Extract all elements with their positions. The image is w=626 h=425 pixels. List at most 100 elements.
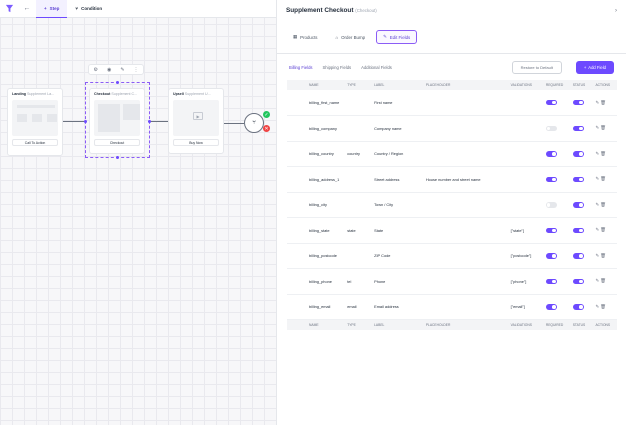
tab-products[interactable]: ▦ Products xyxy=(286,30,324,44)
col-header-required: REQUIRED xyxy=(542,80,570,90)
required-toggle[interactable] xyxy=(545,202,557,208)
bump-icon: ⌂ xyxy=(335,34,339,40)
col-footer-type: TYPE xyxy=(344,319,372,330)
add-condition-button[interactable]: ⑂ Condition xyxy=(67,0,110,18)
tab-edit-fields[interactable]: ✎ Edit Fields xyxy=(376,30,418,44)
flow-canvas[interactable]: ← + Step ⑂ Condition Landing Supplement … xyxy=(0,0,276,425)
required-toggle[interactable] xyxy=(545,304,557,310)
table-row: billing_phone tel Phone ["phone"] ✎🗑 xyxy=(287,268,617,295)
required-toggle[interactable] xyxy=(545,99,557,106)
status-toggle[interactable] xyxy=(572,176,584,183)
node-title: Landing xyxy=(12,92,26,96)
delete-trash-icon[interactable]: 🗑 xyxy=(600,227,607,232)
condition-no-badge[interactable]: ✕ xyxy=(263,125,270,132)
field-label: First name xyxy=(371,90,423,116)
field-label: Town / City xyxy=(371,192,423,218)
delete-trash-icon[interactable]: 🗑 xyxy=(600,278,607,283)
status-toggle[interactable] xyxy=(572,227,584,234)
status-toggle[interactable] xyxy=(572,202,584,208)
node-checkout[interactable]: Checkout Supplement C... Checkout xyxy=(89,88,145,154)
node-toolbar: ⚙ ◉ ✎ ⋮ xyxy=(88,64,144,75)
col-header-validations: VALIDATIONS xyxy=(507,80,543,90)
delete-trash-icon[interactable]: 🗑 xyxy=(600,304,607,309)
required-toggle[interactable] xyxy=(545,253,557,259)
status-toggle[interactable] xyxy=(572,151,584,157)
step-settings-panel: Supplement Checkout (Checkout) › ▦ Produ… xyxy=(276,0,626,425)
table-row: billing_company Company name ✎🗑 xyxy=(287,115,617,142)
field-placeholder xyxy=(422,217,508,244)
field-label: Street address xyxy=(371,166,423,193)
field-validations: ["state"] xyxy=(507,217,543,244)
col-footer-placeholder: PLACEHOLDER xyxy=(422,319,508,330)
field-validations xyxy=(507,141,543,167)
field-label: Email address xyxy=(371,294,423,320)
back-arrow-icon[interactable]: ← xyxy=(18,5,36,12)
status-toggle[interactable] xyxy=(572,304,584,310)
condition-yes-badge[interactable]: ✓ xyxy=(263,111,270,118)
field-placeholder xyxy=(422,192,508,218)
node-button: Buy Now xyxy=(173,139,219,146)
required-toggle[interactable] xyxy=(545,227,557,234)
field-name: billing_address_1 xyxy=(287,166,345,193)
handle-bottom[interactable] xyxy=(116,156,119,159)
node-upsell[interactable]: Upsell Supplement U... ▶ Buy Now xyxy=(168,88,224,154)
table-row: billing_city Town / City ✎🗑 xyxy=(287,192,617,218)
add-step-button[interactable]: + Step xyxy=(36,0,68,18)
field-type: state xyxy=(344,217,372,244)
canvas-toolbar: ← + Step ⑂ Condition xyxy=(0,0,276,18)
page-thumbnail: ▶ xyxy=(173,100,219,136)
delete-trash-icon[interactable]: 🗑 xyxy=(600,125,607,130)
condition-node-icon[interactable]: ⑂ xyxy=(244,113,264,133)
add-field-button[interactable]: + Add Field xyxy=(575,60,614,74)
tab-order-bump[interactable]: ⌂ Order Bump xyxy=(328,30,372,44)
delete-trash-icon[interactable]: 🗑 xyxy=(600,253,607,258)
field-label: Company name xyxy=(371,115,423,142)
panel-header: Supplement Checkout (Checkout) › xyxy=(277,0,626,21)
pencil-icon: ✎ xyxy=(383,34,387,39)
fields-table: NAME TYPE LABEL PLACEHOLDER VALIDATIONS … xyxy=(287,80,617,330)
page-thumbnail xyxy=(12,100,58,136)
page-thumbnail xyxy=(94,100,140,136)
status-toggle[interactable] xyxy=(572,99,584,106)
sub-tab-shipping[interactable]: Shipping Fields xyxy=(323,65,352,70)
sub-tab-billing[interactable]: Billing Fields xyxy=(289,65,313,70)
table-row: billing_first_name First name ✎🗑 xyxy=(287,90,617,116)
node-landing[interactable]: Landing Supplement La... Call To Action xyxy=(7,88,63,156)
field-type: country xyxy=(344,141,372,167)
status-toggle[interactable] xyxy=(572,125,584,132)
col-footer-required: REQUIRED xyxy=(542,319,570,330)
field-sub-tabs: Billing Fields Shipping Fields Additiona… xyxy=(277,54,626,80)
col-header-type: TYPE xyxy=(344,80,372,90)
required-toggle[interactable] xyxy=(545,176,557,183)
field-placeholder: House number and street name xyxy=(422,166,508,193)
more-dots-icon[interactable]: ⋮ xyxy=(134,67,139,73)
status-toggle[interactable] xyxy=(572,278,584,285)
required-toggle[interactable] xyxy=(545,278,557,285)
field-type: email xyxy=(344,294,372,320)
edit-link-icon[interactable]: ✎ xyxy=(120,67,124,73)
plus-icon: + xyxy=(583,64,587,70)
required-toggle[interactable] xyxy=(545,151,557,157)
sub-tab-additional[interactable]: Additional Fields xyxy=(361,65,392,70)
funnel-logo-icon xyxy=(0,0,18,18)
add-field-label: Add Field xyxy=(588,64,606,70)
collapse-chevron-icon[interactable]: › xyxy=(615,8,617,14)
field-validations: ["email"] xyxy=(507,294,543,320)
handle-left[interactable] xyxy=(84,120,87,123)
box-icon: ▦ xyxy=(293,34,298,39)
delete-trash-icon[interactable]: 🗑 xyxy=(600,100,607,105)
restore-default-button[interactable]: Restore to Default xyxy=(511,60,562,74)
handle-top[interactable] xyxy=(116,81,119,84)
preview-eye-icon[interactable]: ◉ xyxy=(107,67,111,73)
handle-right[interactable] xyxy=(148,120,151,123)
field-name: billing_first_name xyxy=(287,90,345,116)
settings-icon[interactable]: ⚙ xyxy=(93,67,97,73)
field-label: State xyxy=(371,217,423,244)
field-name: billing_country xyxy=(287,141,345,167)
status-toggle[interactable] xyxy=(572,253,584,259)
delete-trash-icon[interactable]: 🗑 xyxy=(600,202,607,207)
table-row: billing_address_1 Street address House num… xyxy=(287,166,617,193)
delete-trash-icon[interactable]: 🗑 xyxy=(600,151,607,156)
delete-trash-icon[interactable]: 🗑 xyxy=(600,176,607,181)
required-toggle[interactable] xyxy=(545,125,557,132)
